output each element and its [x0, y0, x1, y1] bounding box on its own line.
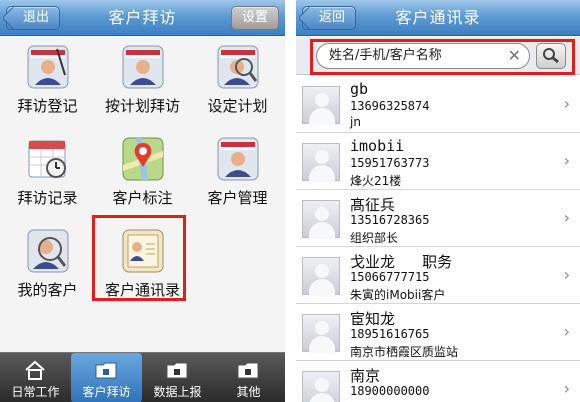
avatar	[302, 200, 340, 239]
set-plan-icon	[217, 45, 259, 89]
tab-other[interactable]: 其他	[213, 353, 284, 402]
avatar	[302, 371, 340, 402]
tile-label: 我的客户	[17, 281, 78, 299]
contact-name: 髙征兵	[350, 196, 396, 214]
list-item[interactable]: 南京 18900000000 ›	[296, 361, 580, 402]
tab-label: 其他	[236, 385, 261, 399]
visit-record-icon	[28, 140, 66, 178]
chevron-right-icon: ›	[563, 94, 570, 113]
tab-daily-work[interactable]: 日常工作	[0, 353, 71, 402]
list-item[interactable]: 戈业龙 职务 15066777715 朱寅的iMobii客户 ›	[296, 247, 580, 304]
left-screen: 客户拜访 退出 设置 拜访登记 按计划拜访 设定计划 拜访记录 客户标注 客户管…	[0, 0, 285, 402]
contact-book-icon	[122, 229, 164, 273]
folder-icon	[95, 362, 117, 379]
contact-name: 宦知龙	[350, 310, 396, 328]
back-button-label: 返回	[319, 10, 346, 25]
screen-divider	[285, 0, 296, 402]
contact-name: gb	[350, 80, 369, 98]
exit-button-label: 退出	[23, 10, 50, 25]
contact-note: 烽火21楼	[350, 174, 402, 188]
tile-label: 设定计划	[207, 97, 268, 115]
contact-name: imobii	[350, 137, 405, 155]
contact-note: 朱寅的iMobii客户	[350, 288, 446, 302]
exit-button[interactable]: 退出	[6, 6, 61, 30]
avatar	[302, 314, 340, 353]
search-bar: 姓名/手机/客户名称 ✕	[296, 37, 580, 75]
chevron-right-icon: ›	[563, 379, 570, 398]
search-placeholder: 姓名/手机/客户名称	[329, 48, 442, 63]
search-button[interactable]	[536, 43, 566, 69]
tile-planned-visit[interactable]: 按计划拜访	[95, 37, 190, 129]
list-item[interactable]: imobii 15951763773 烽火21楼 ›	[296, 133, 580, 190]
bottom-tab-bar: 日常工作 客户拜访 数据上报 其他	[0, 352, 285, 402]
customer-manage-icon	[217, 137, 259, 181]
tile-label: 拜访记录	[17, 189, 78, 207]
tile-my-customer[interactable]: 我的客户	[0, 221, 95, 313]
tile-visit-register[interactable]: 拜访登记	[0, 37, 95, 129]
map-pin-icon	[122, 137, 164, 181]
tile-customer-mark[interactable]: 客户标注	[95, 129, 190, 221]
tile-visit-record[interactable]: 拜访记录	[0, 129, 95, 221]
tile-contact-book[interactable]: 客户通讯录	[95, 221, 190, 313]
title-bar: 客户通讯录 返回	[296, 0, 580, 36]
contact-note: jn	[350, 115, 361, 129]
chevron-right-icon: ›	[563, 265, 570, 284]
contact-name: 戈业龙 职务	[350, 253, 453, 271]
function-grid: 拜访登记 按计划拜访 设定计划 拜访记录 客户标注 客户管理 我的客户 客户通讯…	[0, 37, 285, 352]
contact-name: 南京	[350, 367, 381, 385]
planned-visit-icon	[122, 45, 164, 89]
visit-register-icon	[27, 45, 69, 89]
contact-phone: 18951616765	[350, 327, 430, 341]
tile-label: 拜访登记	[17, 97, 78, 115]
title-bar: 客户拜访 退出 设置	[0, 0, 285, 36]
tab-data-report[interactable]: 数据上报	[142, 353, 213, 402]
contact-phone: 18900000000	[350, 384, 430, 398]
tile-label: 按计划拜访	[104, 97, 180, 115]
contact-phone: 13696325874	[350, 99, 430, 113]
chevron-right-icon: ›	[563, 151, 570, 170]
tile-set-plan[interactable]: 设定计划	[190, 37, 285, 129]
avatar	[302, 86, 340, 125]
tile-label: 客户标注	[112, 189, 173, 207]
avatar	[302, 257, 340, 296]
settings-button[interactable]: 设置	[230, 6, 279, 30]
list-item[interactable]: gb 13696325874 jn ›	[296, 76, 580, 133]
tile-label: 客户通讯录	[104, 281, 180, 299]
contact-note: 南京市栖霞区质监站	[350, 345, 459, 359]
search-input[interactable]: 姓名/手机/客户名称 ✕	[316, 43, 530, 69]
tab-customer-visit[interactable]: 客户拜访	[71, 353, 142, 402]
folder-icon	[166, 362, 188, 379]
avatar	[302, 143, 340, 182]
chevron-right-icon: ›	[563, 208, 570, 227]
contact-phone: 13516728365	[350, 213, 430, 227]
clear-icon[interactable]: ✕	[508, 44, 521, 68]
tab-label: 客户拜访	[82, 385, 131, 399]
list-item[interactable]: 髙征兵 13516728365 组织部长 ›	[296, 190, 580, 247]
right-screen: 客户通讯录 返回 姓名/手机/客户名称 ✕ gb 13696325874 jn …	[296, 0, 580, 402]
chevron-right-icon: ›	[563, 322, 570, 341]
my-customer-icon	[27, 229, 69, 273]
list-item[interactable]: 宦知龙 18951616765 南京市栖霞区质监站 ›	[296, 304, 580, 361]
contact-phone: 15066777715	[350, 270, 430, 284]
tab-label: 数据上报	[153, 385, 202, 399]
contact-note: 组织部长	[350, 231, 399, 245]
back-button[interactable]: 返回	[302, 6, 357, 30]
tile-customer-manage[interactable]: 客户管理	[190, 129, 285, 221]
tab-label: 日常工作	[11, 385, 60, 399]
search-icon	[543, 48, 559, 64]
home-icon	[25, 360, 45, 380]
folder-icon	[237, 362, 259, 379]
contact-phone: 15951763773	[350, 156, 430, 170]
tile-label: 客户管理	[207, 189, 268, 207]
